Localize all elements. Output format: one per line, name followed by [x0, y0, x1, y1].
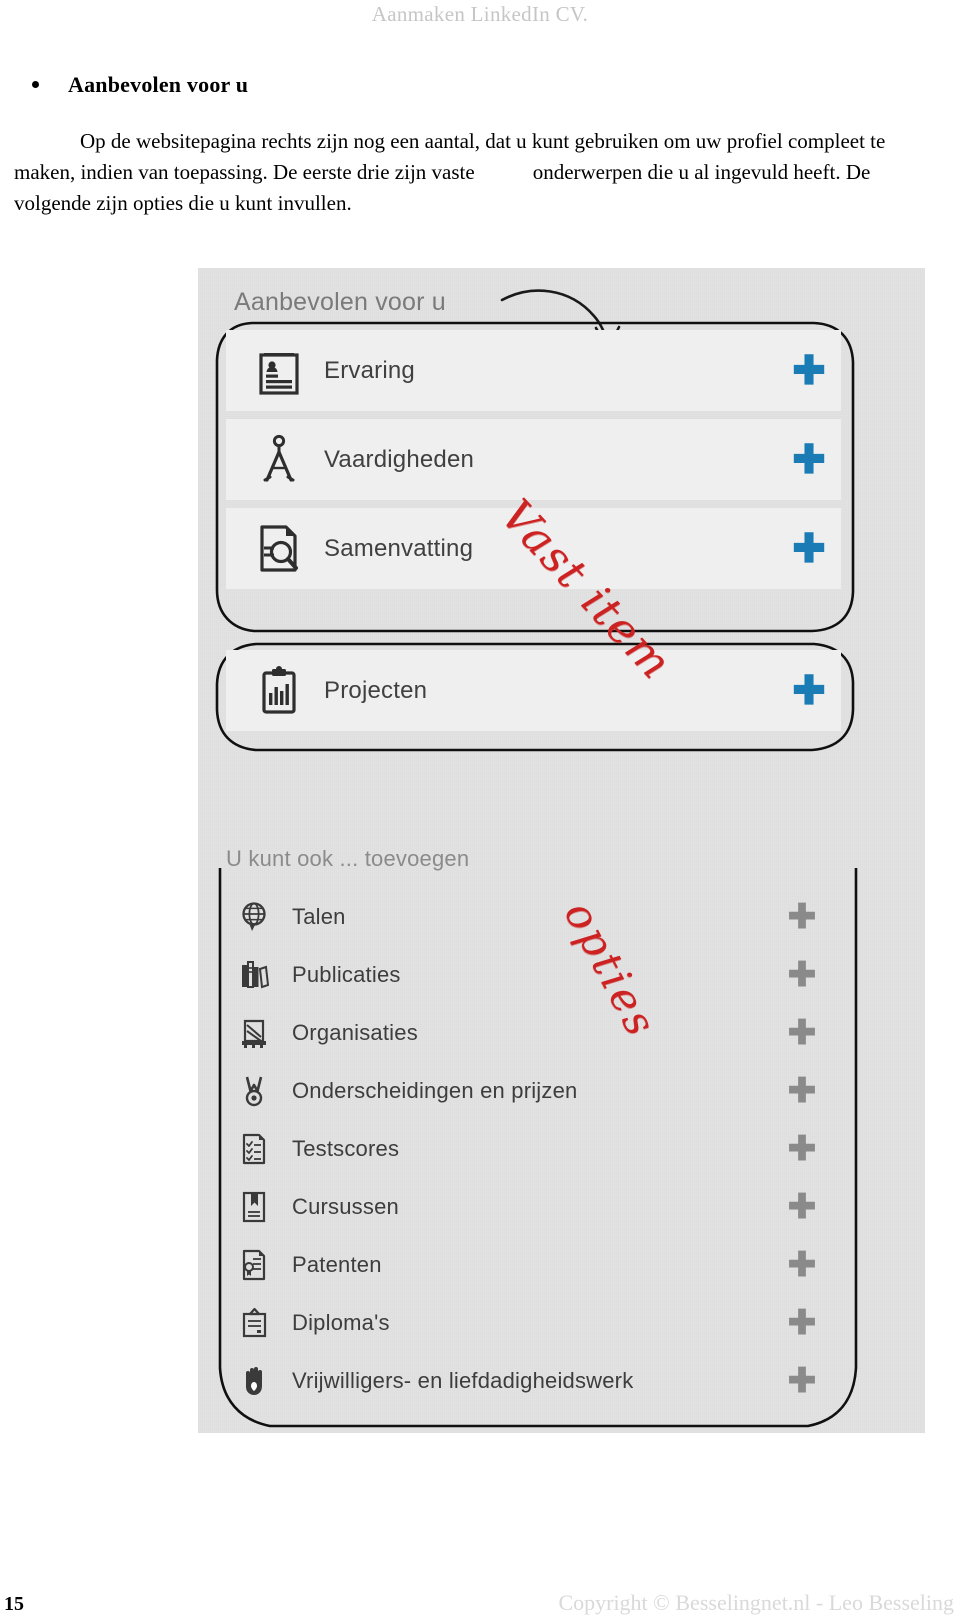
hand-icon: [232, 1365, 276, 1397]
organisation-building-icon: [232, 1017, 276, 1049]
section-heading-label: Aanbevolen voor u: [68, 72, 249, 97]
list-item-vrijwilligerswerk[interactable]: Vrijwilligers- en liefdadigheidswerk ✚: [232, 1352, 832, 1410]
medal-icon: [232, 1075, 276, 1107]
list-item-samenvatting[interactable]: Samenvatting ✚: [226, 508, 841, 589]
add-plus-icon-vaardigheden[interactable]: ✚: [777, 440, 841, 480]
add-plus-icon-talen[interactable]: ✚: [772, 900, 832, 934]
add-plus-icon-publicaties[interactable]: ✚: [772, 958, 832, 992]
bullet-icon: [32, 81, 39, 88]
list-item-vaardigheden[interactable]: Vaardigheden ✚: [226, 419, 841, 500]
checklist-icon: [232, 1133, 276, 1165]
plus-glyph: ✚: [787, 956, 817, 994]
add-plus-icon-diplomas[interactable]: ✚: [772, 1306, 832, 1340]
screenshot-panel-title: Aanbevolen voor u: [234, 288, 446, 316]
list-item-label: Publicaties: [292, 962, 401, 987]
list-item-label: Diploma's: [292, 1310, 390, 1335]
plus-glyph: ✚: [792, 668, 826, 713]
list-item-talen[interactable]: Talen ✚: [232, 888, 832, 946]
list-item-label: Cursussen: [292, 1194, 399, 1219]
options-list: Talen ✚ Publicaties ✚ Organisaties ✚ Ond…: [232, 888, 832, 1410]
list-item-label: Ervaring: [324, 356, 415, 384]
list-item-label: Vrijwilligers- en liefdadigheidswerk: [292, 1368, 634, 1393]
list-item-cursussen[interactable]: Cursussen ✚: [232, 1178, 832, 1236]
paragraph-line-1: Op de websitepagina rechts zijn nog een …: [80, 129, 783, 153]
list-item-label: Testscores: [292, 1136, 400, 1161]
plus-glyph: ✚: [792, 437, 826, 482]
list-item-label: Samenvatting: [324, 534, 474, 562]
add-plus-icon-onderscheidingen-en-prijzen[interactable]: ✚: [772, 1074, 832, 1108]
list-item-projecten[interactable]: Projecten ✚: [226, 650, 841, 731]
page-header-title: Aanmaken LinkedIn CV.: [371, 2, 589, 26]
list-item-testscores[interactable]: Testscores ✚: [232, 1120, 832, 1178]
patent-seal-icon: [232, 1249, 276, 1281]
books-icon: [232, 959, 276, 991]
paragraph-line-2b: onderwerpen die u: [532, 160, 689, 184]
list-item-label: Patenten: [292, 1252, 382, 1277]
recommended-fixed-items-list: Ervaring ✚ Vaardigheden ✚ Samenvatting ✚: [226, 330, 841, 597]
plus-glyph: ✚: [792, 348, 826, 393]
list-item-patenten[interactable]: Patenten ✚: [232, 1236, 832, 1294]
certificate-icon: [232, 1307, 276, 1339]
plus-glyph: ✚: [787, 1362, 817, 1400]
add-plus-icon-ervaring[interactable]: ✚: [777, 351, 841, 391]
add-plus-icon-projecten[interactable]: ✚: [777, 671, 841, 711]
footer-page-number: 15: [4, 1593, 24, 1615]
add-plus-icon-vrijwilligerswerk[interactable]: ✚: [772, 1364, 832, 1398]
options-section-heading: U kunt ook ... toevoegen: [226, 846, 470, 871]
footer-copyright: Copyright © Besselingnet.nl - Leo Bessel…: [558, 1590, 954, 1615]
book-bookmark-icon: [232, 1191, 276, 1223]
list-item-ervaring[interactable]: Ervaring ✚: [226, 330, 841, 411]
add-plus-icon-patenten[interactable]: ✚: [772, 1248, 832, 1282]
plus-glyph: ✚: [787, 1188, 817, 1226]
compass-icon: [246, 434, 312, 486]
body-paragraph: Op de websitepagina rechts zijn nog een …: [14, 126, 914, 219]
list-item-organisaties[interactable]: Organisaties ✚: [232, 1004, 832, 1062]
plus-glyph: ✚: [787, 1130, 817, 1168]
plus-glyph: ✚: [787, 1072, 817, 1110]
clipboard-chart-icon: [246, 665, 312, 717]
list-item-label: Projecten: [324, 676, 428, 704]
list-item-publicaties[interactable]: Publicaties ✚: [232, 946, 832, 1004]
plus-glyph: ✚: [792, 526, 826, 571]
list-item-label: Organisaties: [292, 1020, 418, 1045]
section-heading: Aanbevolen voor u: [32, 72, 248, 98]
list-item-diplomas[interactable]: Diploma's ✚: [232, 1294, 832, 1352]
plus-glyph: ✚: [787, 1014, 817, 1052]
list-item-label: Onderscheidingen en prijzen: [292, 1078, 578, 1103]
add-plus-icon-samenvatting[interactable]: ✚: [777, 529, 841, 569]
add-plus-icon-cursussen[interactable]: ✚: [772, 1190, 832, 1224]
list-item-label: Talen: [292, 904, 346, 929]
plus-glyph: ✚: [787, 898, 817, 936]
add-plus-icon-organisaties[interactable]: ✚: [772, 1016, 832, 1050]
recommended-project-items-list: Projecten ✚: [226, 650, 841, 739]
list-item-onderscheidingen-en-prijzen[interactable]: Onderscheidingen en prijzen ✚: [232, 1062, 832, 1120]
plus-glyph: ✚: [787, 1304, 817, 1342]
document-search-icon: [246, 523, 312, 575]
resume-card-icon: [246, 346, 312, 396]
add-plus-icon-testscores[interactable]: ✚: [772, 1132, 832, 1166]
list-item-label: Vaardigheden: [324, 445, 475, 473]
linkedin-screenshot: Aanbevolen voor u Ervaring ✚ Vaardighede…: [198, 268, 925, 1433]
plus-glyph: ✚: [787, 1246, 817, 1284]
globe-icon: [232, 901, 276, 933]
